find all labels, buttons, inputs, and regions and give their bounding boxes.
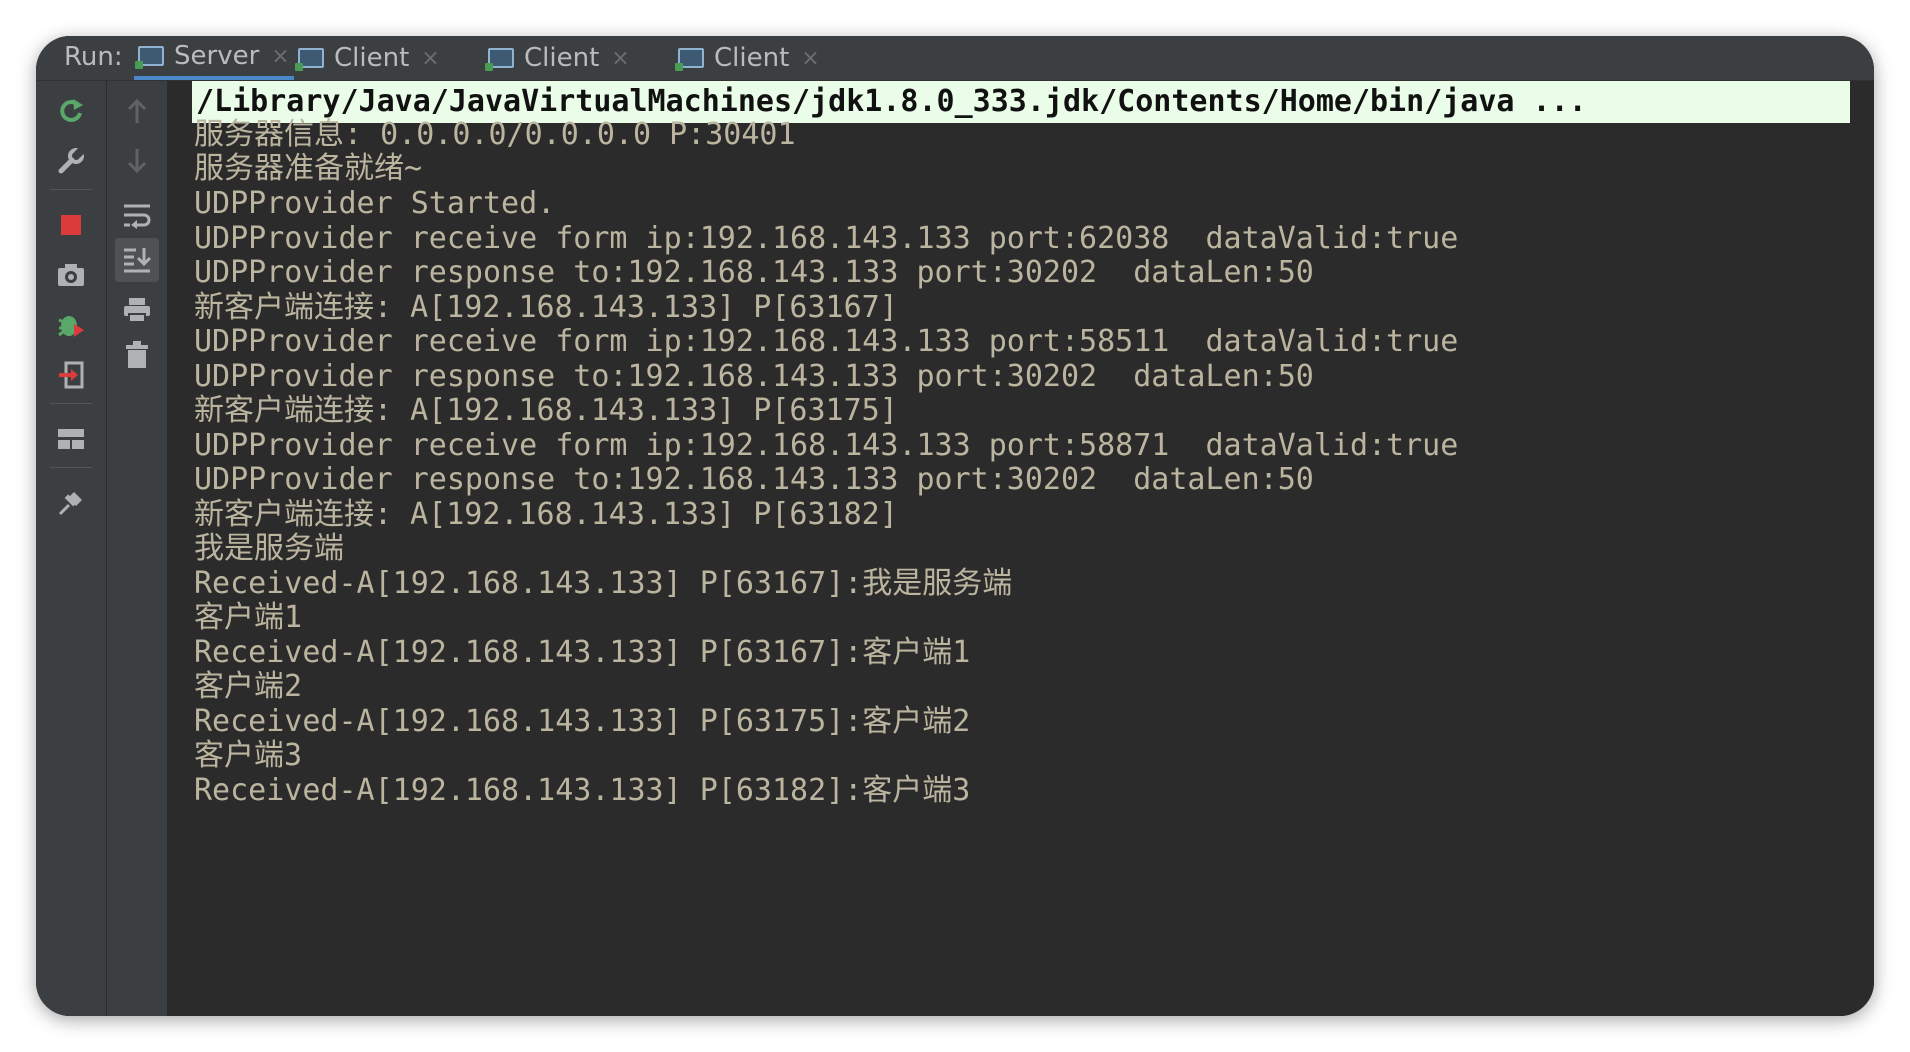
console-output[interactable]: /Library/Java/JavaVirtualMachines/jdk1.8…	[168, 81, 1874, 1016]
tab-server[interactable]: Server ×	[134, 36, 294, 80]
print-icon[interactable]	[115, 288, 159, 332]
trash-icon[interactable]	[115, 333, 159, 377]
soft-wrap-icon[interactable]	[115, 193, 159, 237]
exit-icon[interactable]	[49, 353, 93, 397]
console-icon	[295, 48, 324, 71]
run-tool-window: Run: Server × Client × Client × Client ×	[36, 36, 1874, 1016]
tab-label: Client	[334, 43, 410, 73]
separator	[50, 189, 92, 190]
console-line: Received-A[192.168.143.133] P[63167]:我是服…	[194, 566, 1013, 601]
console-line: Received-A[192.168.143.133] P[63175]:客户端…	[194, 704, 971, 739]
up-arrow-icon[interactable]	[115, 89, 159, 133]
scroll-to-end-icon[interactable]	[115, 238, 159, 282]
close-icon[interactable]: ×	[801, 46, 819, 71]
console-toolbar	[107, 81, 168, 1016]
pin-icon[interactable]	[49, 481, 93, 525]
tab-label: Client	[524, 43, 600, 73]
layout-icon[interactable]	[49, 417, 93, 461]
tab-client-3[interactable]: Client ×	[675, 36, 828, 80]
console-icon	[135, 46, 164, 69]
stop-icon[interactable]	[49, 203, 93, 247]
console-line: Received-A[192.168.143.133] P[63182]:客户端…	[194, 773, 971, 808]
run-label: Run:	[64, 42, 123, 72]
debug-icon[interactable]	[49, 303, 93, 347]
rerun-icon[interactable]	[49, 89, 93, 133]
tab-client-1[interactable]: Client ×	[295, 36, 448, 80]
settings-icon[interactable]	[49, 139, 93, 183]
console-icon	[485, 48, 514, 71]
run-tab-bar: Run: Server × Client × Client × Client ×	[36, 36, 1874, 81]
close-icon[interactable]: ×	[271, 44, 289, 69]
down-arrow-icon[interactable]	[115, 139, 159, 183]
console-icon	[675, 48, 704, 71]
screenshot-icon[interactable]	[49, 253, 93, 297]
run-toolbar	[36, 81, 107, 1016]
tab-label: Client	[714, 43, 790, 73]
separator	[50, 467, 92, 468]
tab-label: Server	[174, 41, 260, 71]
close-icon[interactable]: ×	[421, 46, 439, 71]
separator	[50, 403, 92, 404]
console-line: Received-A[192.168.143.133] P[63167]:客户端…	[194, 635, 971, 670]
tab-client-2[interactable]: Client ×	[485, 36, 638, 80]
close-icon[interactable]: ×	[611, 46, 629, 71]
